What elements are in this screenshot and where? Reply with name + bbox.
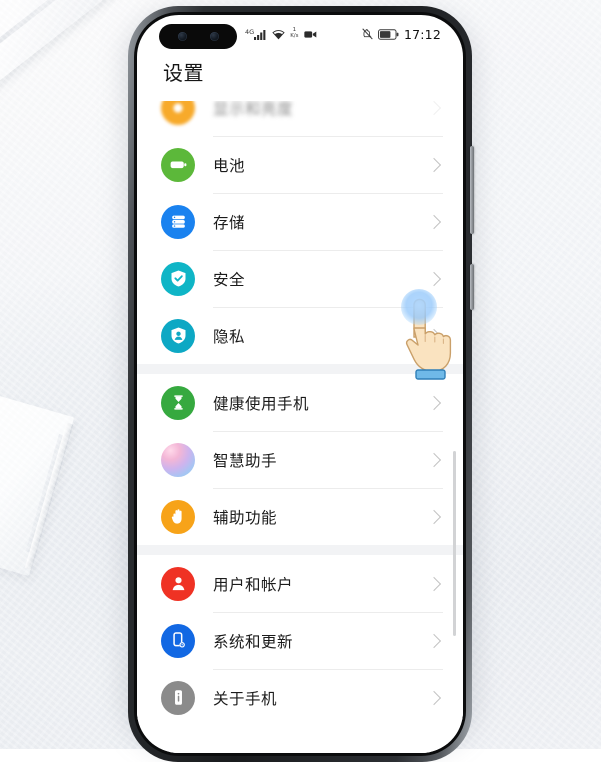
dual-camera-cutout [159,24,237,49]
list-scrollbar[interactable] [453,451,456,636]
chevron-right-icon [426,101,442,115]
chevron-right-icon [426,633,442,648]
power-button[interactable] [470,264,474,310]
data-rate-indicator: 1 K/s [290,27,299,39]
settings-row-label: 存储 [213,213,246,232]
settings-row-label: 关于手机 [213,689,278,708]
settings-row-users-accounts[interactable]: 用户和帐户 [137,555,463,612]
status-bar: 4G 1 K/s 17:12 [137,15,463,53]
hand-palm-icon [161,499,195,534]
paper-sheet-top-left [0,0,117,94]
shield-person-icon [161,318,195,353]
page-title: 设置 [163,61,204,85]
phone-screen: 4G 1 K/s 17:12 设置 显示和亮度 电池 存储 安全 隐私 健康使用… [137,15,463,753]
settings-row-label: 辅助功能 [213,508,278,527]
settings-group-separator [137,545,463,555]
status-bar-right-icons: 17:12 [362,15,441,53]
settings-row-label: 智慧助手 [213,451,278,470]
video-recording-icon [303,30,316,38]
chevron-right-icon [426,576,442,591]
smart-assistant-orb-icon [161,442,195,477]
chevron-right-icon [426,452,442,467]
settings-row-label: 安全 [213,270,246,289]
chevron-right-icon [426,509,442,524]
smartphone-device: 4G 1 K/s 17:12 设置 显示和亮度 电池 存储 安全 隐私 健康使用… [128,6,474,762]
settings-row-storage[interactable]: 存储 [137,193,463,250]
settings-group-separator [137,364,463,374]
settings-row-system-updates[interactable]: 系统和更新 [137,612,463,669]
settings-group: 健康使用手机 智慧助手 辅助功能 [137,374,463,545]
chevron-right-icon [426,271,442,286]
settings-row-digital-balance[interactable]: 健康使用手机 [137,374,463,431]
settings-group: 用户和帐户 系统和更新 关于手机 [137,555,463,726]
settings-row-privacy[interactable]: 隐私 [137,307,463,364]
settings-row-display[interactable]: 显示和亮度 [137,101,463,136]
volume-rocker-button[interactable] [470,146,474,234]
settings-row-battery[interactable]: 电池 [137,136,463,193]
settings-list: 显示和亮度 电池 存储 安全 隐私 健康使用手机 智慧助手 辅助功能 用户和帐户… [137,101,463,753]
chevron-right-icon [426,157,442,172]
chevron-right-icon [426,214,442,229]
settings-row-security[interactable]: 安全 [137,250,463,307]
paper-sheet-mid-left [0,381,75,576]
settings-list-viewport[interactable]: 显示和亮度 电池 存储 安全 隐私 健康使用手机 智慧助手 辅助功能 用户和帐户… [137,101,463,753]
chevron-right-icon [426,328,442,343]
camera-lens-icon [177,32,187,41]
user-account-icon [161,566,195,601]
settings-row-label: 显示和亮度 [213,101,294,118]
brightness-icon [161,101,195,125]
storage-stack-icon [161,204,195,239]
settings-row-label: 系统和更新 [213,632,294,651]
phone-info-icon [161,680,195,715]
wifi-icon [272,29,285,39]
phone-bezel: 4G 1 K/s 17:12 设置 显示和亮度 电池 存储 安全 隐私 健康使用… [134,12,466,756]
phone-update-icon [161,623,195,658]
hourglass-icon [161,385,195,420]
settings-group: 显示和亮度 电池 存储 安全 隐私 [137,101,463,364]
screen-bottom-edge [137,752,463,753]
settings-row-label: 电池 [213,156,246,175]
settings-row-label: 隐私 [213,327,246,346]
shield-check-icon [161,261,195,296]
status-bar-left-icons: 4G 1 K/s [245,15,317,53]
battery-circle-icon [161,147,195,182]
chevron-right-icon [426,690,442,705]
settings-row-about-phone[interactable]: 关于手机 [137,669,463,726]
settings-row-accessibility[interactable]: 辅助功能 [137,488,463,545]
camera-lens-icon [209,32,219,41]
settings-row-label: 健康使用手机 [213,394,310,413]
status-bar-clock: 17:12 [403,26,441,42]
network-generation-label: 4G [245,27,255,36]
signal-bars-icon [254,29,266,40]
battery-icon [378,28,399,40]
settings-row-label: 用户和帐户 [213,575,294,594]
chevron-right-icon [426,395,442,410]
settings-row-smart-assistant[interactable]: 智慧助手 [137,431,463,488]
bell-muted-icon [362,28,373,40]
